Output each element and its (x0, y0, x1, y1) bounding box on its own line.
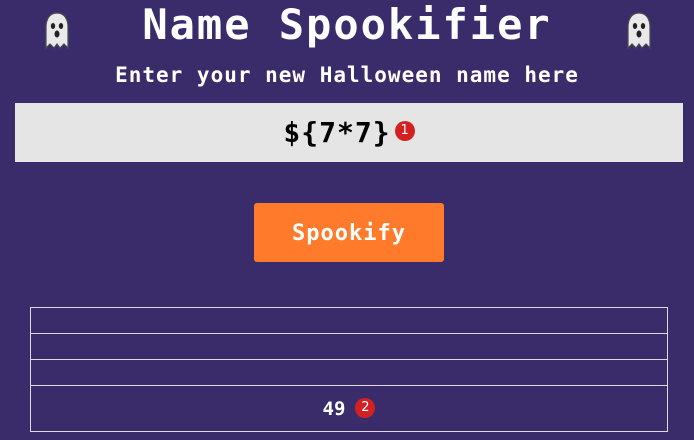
name-input-value[interactable]: ${7*7} (283, 116, 390, 149)
annotation-marker-1: 1 (394, 120, 415, 141)
table-cell (30, 307, 668, 334)
result-cell: 49 2 (30, 385, 668, 432)
table-cell (30, 333, 668, 360)
ghost-icon (627, 12, 651, 50)
page-title: Name Spookifier (142, 0, 552, 49)
table-row: 49 2 (30, 385, 668, 432)
spookify-button[interactable]: Spookify (254, 203, 444, 262)
results-table: 49 2 (30, 307, 668, 432)
table-row (30, 307, 668, 334)
annotation-marker-2: 2 (355, 398, 376, 418)
table-row (30, 333, 668, 360)
name-input[interactable]: ${7*7} 1 (15, 103, 683, 162)
title-row: Name Spookifier (0, 0, 694, 54)
table-cell (30, 359, 668, 386)
result-value: 49 (322, 397, 346, 420)
table-row (30, 359, 668, 386)
name-prompt: Enter your new Halloween name here (115, 63, 579, 87)
